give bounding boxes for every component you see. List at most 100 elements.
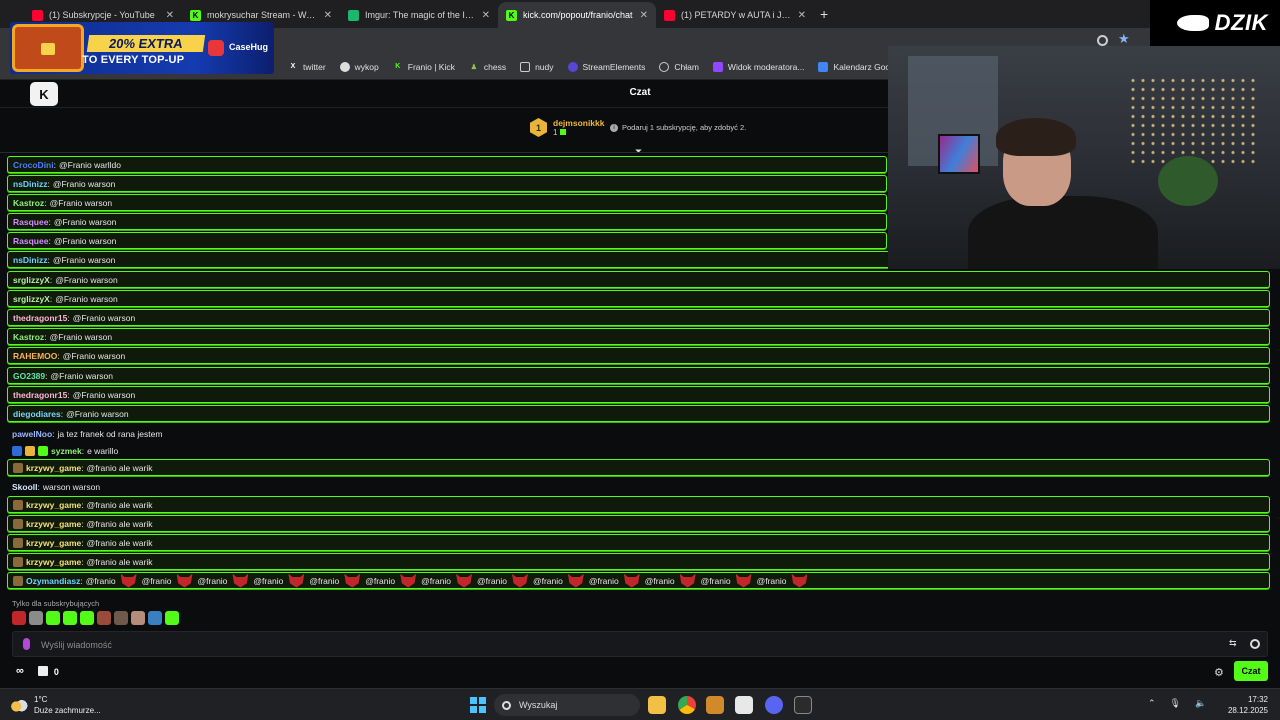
- bookmark-label: Franio | Kick: [407, 61, 455, 72]
- chat-message[interactable]: thedragonr15: @Franio warson: [7, 309, 1270, 326]
- emote-kick-spin[interactable]: [80, 611, 94, 625]
- chat-username[interactable]: krzywy_game: [26, 557, 81, 567]
- emote-kick-wave[interactable]: [165, 611, 179, 625]
- chat-message[interactable]: Rasquee: @Franio warson: [7, 213, 887, 230]
- emote-brick[interactable]: [97, 611, 111, 625]
- chat-username[interactable]: krzywy_game: [26, 500, 81, 510]
- emoji-picker-icon[interactable]: [1250, 639, 1260, 649]
- chat-username[interactable]: thedragonr15: [13, 390, 67, 400]
- chat-message-input[interactable]: [41, 636, 1221, 653]
- zoom-icon[interactable]: [1097, 35, 1108, 46]
- chat-message[interactable]: nsDinizz: @Franio warson: [7, 175, 887, 192]
- chat-username[interactable]: Ozymandiasz: [26, 576, 80, 586]
- chat-username[interactable]: Skooll: [12, 482, 38, 492]
- microphone-tray-icon[interactable]: 🎙: [1170, 698, 1181, 709]
- close-tab-icon[interactable]: ✕: [482, 10, 490, 21]
- close-tab-icon[interactable]: ✕: [798, 10, 806, 21]
- file-explorer-icon[interactable]: [648, 696, 666, 714]
- close-tab-icon[interactable]: ✕: [324, 10, 332, 21]
- chat-username[interactable]: Rasquee: [13, 217, 48, 227]
- bookmark-streamelements[interactable]: StreamElements: [567, 61, 645, 72]
- bookmark-twitter[interactable]: Xtwitter: [288, 62, 326, 72]
- chat-message[interactable]: krzywy_game: @franio ale warik: [7, 534, 1270, 551]
- bookmark-franio-kick[interactable]: K Franio | Kick: [393, 62, 455, 72]
- speaker-icon[interactable]: 🔈: [1195, 698, 1206, 709]
- chat-username[interactable]: thedragonr15: [13, 313, 67, 323]
- emote-pixel[interactable]: [148, 611, 162, 625]
- close-tab-icon[interactable]: ✕: [640, 10, 648, 21]
- microphone-icon[interactable]: [23, 638, 30, 650]
- gift-leaderboard-entry[interactable]: 1 dejmsonikkk 1: [530, 118, 605, 137]
- emote-kick-face[interactable]: [63, 611, 77, 625]
- chat-message[interactable]: diegodiares: @Franio warson: [7, 405, 1270, 422]
- chat-username[interactable]: srglizzyX: [13, 294, 50, 304]
- gift-counter[interactable]: 0: [37, 665, 59, 677]
- gift-subs-prompt[interactable]: i Podaruj 1 subskrypcję, aby zdobyć 2.: [610, 123, 746, 132]
- chat-message[interactable]: Kastroz: @Franio warson: [7, 194, 887, 211]
- chat-message[interactable]: Ozymandiasz: @franio @franio @franio @franio…: [7, 572, 1270, 589]
- chat-message[interactable]: srglizzyX: @Franio warson: [7, 290, 1270, 307]
- close-tab-icon[interactable]: ✕: [166, 10, 174, 21]
- chat-message[interactable]: GO2389: @Franio warson: [7, 367, 1270, 384]
- chat-message[interactable]: Rasquee: @Franio warson: [7, 232, 887, 249]
- chat-message[interactable]: krzywy_game: @franio ale warik: [7, 515, 1270, 532]
- snipping-icon[interactable]: [735, 696, 753, 714]
- emote-cat[interactable]: [29, 611, 43, 625]
- points-indicator[interactable]: ∞: [16, 665, 24, 677]
- chat-username[interactable]: Rasquee: [13, 236, 48, 246]
- chat-message[interactable]: pawelNoo: ja tez franek od rana jestem: [7, 425, 1270, 442]
- chat-username[interactable]: GO2389: [13, 371, 45, 381]
- chat-username[interactable]: pawelNoo: [12, 429, 52, 439]
- settings-gear-icon[interactable]: ⚙: [1214, 666, 1224, 679]
- chat-username[interactable]: krzywy_game: [26, 538, 81, 548]
- weather-widget[interactable]: 1°C Duże zachmurze...: [10, 694, 101, 716]
- chat-message[interactable]: CrocoDini: @Franio warlldo: [7, 156, 887, 173]
- chat-message[interactable]: srglizzyX: @Franio warson: [7, 271, 1270, 288]
- emote-kick-hand[interactable]: [46, 611, 60, 625]
- bookmark-chlam[interactable]: Chłam: [659, 61, 699, 72]
- chrome-icon[interactable]: [678, 696, 696, 714]
- tab-title: (1) Subskrypcje - YouTube: [49, 10, 155, 20]
- app-icon[interactable]: [706, 696, 724, 714]
- discord-icon[interactable]: [765, 696, 783, 714]
- kick-app-icon[interactable]: K: [30, 82, 58, 106]
- chat-username[interactable]: Kastroz: [13, 332, 44, 342]
- tab-kick-chat[interactable]: K kick.com/popout/franio/chat ✕: [498, 2, 656, 28]
- bookmark-star-icon[interactable]: ★: [1118, 31, 1130, 47]
- chat-username[interactable]: krzywy_game: [26, 519, 81, 529]
- chat-message[interactable]: syzmek: e warillo: [7, 442, 1270, 459]
- translate-icon[interactable]: ⇆: [1229, 638, 1237, 649]
- taskbar-search[interactable]: Wyszukaj: [494, 694, 640, 716]
- new-tab-button[interactable]: +: [820, 6, 828, 22]
- windows-start-icon[interactable]: [470, 697, 486, 713]
- chat-message[interactable]: krzywy_game: @franio ale warik: [7, 496, 1270, 513]
- chat-username[interactable]: nsDinizz: [13, 255, 47, 265]
- chat-message[interactable]: thedragonr15: @Franio warson: [7, 386, 1270, 403]
- tab-imgur[interactable]: Imgur: The magic of the Interne ✕: [340, 2, 498, 28]
- chat-username[interactable]: Kastroz: [13, 198, 44, 208]
- chevron-up-icon[interactable]: ⌃: [1148, 698, 1156, 709]
- chat-message[interactable]: krzywy_game: @franio ale warik: [7, 553, 1270, 570]
- bookmark-nudy[interactable]: nudy: [520, 61, 554, 72]
- send-chat-button[interactable]: Czat: [1234, 661, 1268, 681]
- emote-man[interactable]: [114, 611, 128, 625]
- chat-message[interactable]: Skooll: warson warson: [7, 478, 1270, 495]
- chat-username[interactable]: diegodiares: [13, 409, 61, 419]
- emote-devil[interactable]: [12, 611, 26, 625]
- chat-username[interactable]: CrocoDini: [13, 160, 54, 170]
- bookmark-widok-moderatora[interactable]: Widok moderatora...: [712, 61, 804, 72]
- chat-username[interactable]: krzywy_game: [26, 463, 81, 473]
- tab-youtube-petardy[interactable]: (1) PETARDY w AUTA i Jedzenie ✕: [656, 2, 814, 28]
- bookmark-chess[interactable]: ♟ chess: [469, 62, 506, 72]
- chat-message[interactable]: RAHEMOO: @Franio warson: [7, 347, 1270, 364]
- chat-message[interactable]: krzywy_game: @franio ale warik: [7, 459, 1270, 476]
- chat-username[interactable]: srglizzyX: [13, 275, 50, 285]
- system-clock[interactable]: 17:32 28.12.2025: [1222, 694, 1268, 716]
- chat-username[interactable]: nsDinizz: [13, 179, 47, 189]
- chat-username[interactable]: syzmek: [51, 446, 82, 456]
- emote-face[interactable]: [131, 611, 145, 625]
- bookmark-wykop[interactable]: wykop: [339, 61, 379, 72]
- chat-message[interactable]: Kastroz: @Franio warson: [7, 328, 1270, 345]
- terminal-icon[interactable]: [794, 696, 812, 714]
- chat-username[interactable]: RAHEMOO: [13, 351, 57, 361]
